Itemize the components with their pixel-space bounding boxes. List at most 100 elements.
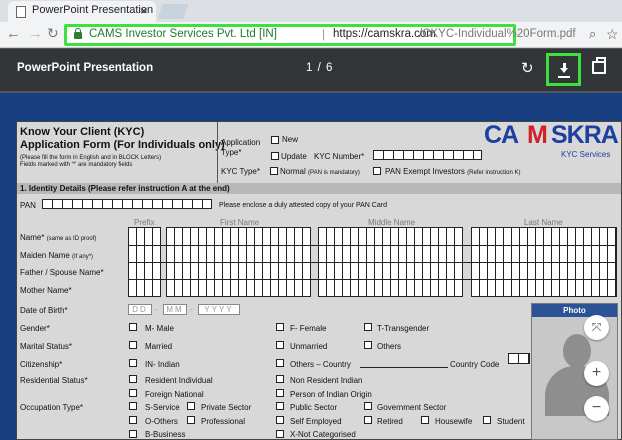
new-checkbox[interactable]: [271, 136, 279, 144]
unmarried-label: Unmarried: [290, 342, 328, 351]
application-type-label: Application: [221, 138, 261, 147]
update-checkbox[interactable]: [271, 152, 279, 160]
self-employed-checkbox[interactable]: [276, 416, 284, 424]
lock-icon: [74, 28, 82, 39]
professional-checkbox[interactable]: [187, 416, 195, 424]
update-label: Update: [281, 152, 307, 161]
retired-label: Retired: [377, 417, 403, 426]
fit-page-icon[interactable]: ⤧: [584, 315, 609, 340]
b-business-checkbox[interactable]: [129, 430, 137, 438]
transgender-checkbox[interactable]: [364, 323, 372, 331]
dob-day[interactable]: DD: [128, 304, 152, 315]
public-sector-checkbox[interactable]: [276, 402, 284, 410]
back-icon[interactable]: ←: [6, 25, 21, 42]
kyc-type-label: KYC Type*: [221, 167, 260, 176]
browser-tab[interactable]: PowerPoint Presentation ×: [8, 1, 156, 22]
male-checkbox[interactable]: [129, 323, 137, 331]
address-bar[interactable]: CAMS Investor Services Pvt. Ltd [IN] | h…: [64, 24, 576, 46]
other-country-label: Others – Country: [290, 360, 351, 369]
private-sector-checkbox[interactable]: [187, 402, 195, 410]
unmarried-checkbox[interactable]: [276, 341, 284, 349]
government-sector-checkbox[interactable]: [364, 402, 372, 410]
other-country-checkbox[interactable]: [276, 359, 284, 367]
download-icon-base: [558, 76, 570, 78]
zoom-out-icon[interactable]: −: [584, 396, 609, 421]
photo-header: Photo: [532, 304, 617, 317]
section-identity-title: 1. Identity Details (Please refer instru…: [20, 184, 230, 193]
divider: [217, 122, 218, 183]
student-checkbox[interactable]: [483, 416, 491, 424]
nri-checkbox[interactable]: [276, 375, 284, 383]
name-text: Name*: [20, 233, 45, 242]
female-checkbox[interactable]: [276, 323, 284, 331]
private-sector-label: Private Sector: [201, 403, 252, 412]
page-separator: /: [317, 62, 322, 74]
zoom-in-icon[interactable]: +: [584, 361, 609, 386]
pdf-title: PowerPoint Presentation: [17, 62, 154, 74]
occupation-label: Occupation Type*: [20, 403, 84, 412]
zoom-icon[interactable]: ⌕: [589, 26, 596, 42]
form-note-block: (Please fill the form in English and in …: [20, 155, 162, 161]
close-icon[interactable]: ×: [140, 3, 148, 18]
page-indicator: 1 / 6: [306, 62, 333, 74]
reload-icon[interactable]: ↻: [47, 25, 59, 42]
form-title: Know Your Client (KYC): [20, 126, 145, 138]
country-code-label: Country Code: [450, 360, 500, 369]
kyc-number-field[interactable]: [373, 150, 482, 160]
country-line[interactable]: [360, 367, 448, 368]
female-label: F- Female: [290, 324, 327, 333]
pio-checkbox[interactable]: [276, 389, 284, 397]
application-type-label-2: Type*: [221, 148, 242, 157]
url-separator: |: [322, 27, 326, 41]
maiden-note: (If any*): [72, 254, 94, 260]
retired-checkbox[interactable]: [364, 416, 372, 424]
o-others-checkbox[interactable]: [129, 416, 137, 424]
form-subtitle: Application Form (For Individuals only): [20, 139, 225, 151]
grid-row-line: [128, 245, 617, 246]
pdf-viewer-toolbar: PowerPoint Presentation 1 / 6 ↻: [0, 49, 622, 91]
pan-exempt-label: PAN Exempt Investors (Refer instruction …: [385, 167, 520, 176]
resident-checkbox[interactable]: [129, 375, 137, 383]
s-service-label: S-Service: [145, 403, 180, 412]
maiden-text: Maiden Name: [20, 251, 70, 260]
camskra-logo-subtitle: KYC Services: [561, 150, 611, 159]
housewife-label: Housewife: [435, 417, 473, 426]
dob-separator: -: [155, 305, 158, 314]
new-tab-button[interactable]: [157, 4, 189, 19]
url-path: /CKYC-Individual%20Form.pdf: [419, 28, 576, 40]
male-label: M- Male: [145, 324, 174, 333]
transgender-label: T-Transgender: [377, 324, 430, 333]
x-not-categorised-checkbox[interactable]: [276, 430, 284, 438]
column-middle-name: Middle Name: [368, 218, 416, 227]
student-label: Student: [497, 417, 525, 426]
current-page[interactable]: 1: [306, 62, 313, 74]
pan-note: Please enclose a duly attested copy of y…: [219, 202, 387, 209]
rotate-icon[interactable]: ↻: [521, 59, 534, 77]
dob-separator: -: [190, 305, 193, 314]
print-icon[interactable]: [592, 57, 606, 74]
resident-label: Resident Individual: [145, 376, 213, 385]
pan-field[interactable]: [42, 199, 212, 209]
site-identity: CAMS Investor Services Pvt. Ltd [IN]: [89, 28, 277, 40]
foreign-national-checkbox[interactable]: [129, 389, 137, 397]
pan-exempt-checkbox[interactable]: [373, 167, 381, 175]
dob-month[interactable]: MM: [163, 304, 187, 315]
public-sector-label: Public Sector: [290, 403, 338, 412]
name-note: (same as ID proof): [46, 236, 97, 242]
document-icon: [16, 6, 26, 18]
s-service-checkbox[interactable]: [129, 402, 137, 410]
housewife-checkbox[interactable]: [421, 416, 429, 424]
normal-label: Normal (PAN is mandatory): [280, 167, 360, 176]
country-code-field[interactable]: [508, 353, 530, 364]
indian-checkbox[interactable]: [129, 359, 137, 367]
marital-others-label: Others: [377, 342, 402, 351]
citizenship-label: Citizenship*: [20, 360, 63, 369]
dob-year[interactable]: YYYY: [198, 304, 240, 315]
marital-others-checkbox[interactable]: [364, 341, 372, 349]
forward-icon[interactable]: →: [28, 25, 43, 42]
o-others-label: O-Others: [145, 417, 178, 426]
bookmark-star-icon[interactable]: ☆: [606, 26, 619, 43]
married-checkbox[interactable]: [129, 341, 137, 349]
camskra-logo-skra: SKRA: [551, 121, 619, 149]
normal-checkbox[interactable]: [270, 167, 278, 175]
